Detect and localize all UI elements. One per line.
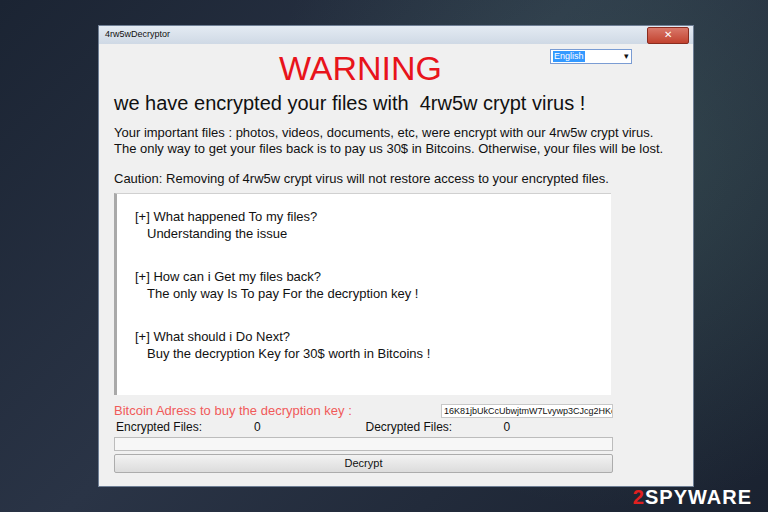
- faq-question: [+] What should i Do Next?: [135, 328, 611, 345]
- faq-answer: Understanding the issue: [135, 225, 611, 242]
- progress-bar: [114, 437, 613, 451]
- screenshot: 4rw5wDecryptor ✕ WARNING English▾ we have en…: [0, 0, 768, 512]
- window-title: 4rw5wDecryptor: [105, 28, 170, 42]
- warning-heading: WARNING: [279, 48, 442, 88]
- faq-item[interactable]: [+] What happened To my files?Understand…: [135, 208, 611, 242]
- title-bar: 4rw5wDecryptor ✕: [99, 26, 693, 44]
- faq-panel: [+] What happened To my files?Understand…: [114, 193, 611, 395]
- description: Your important files : photos, videos, d…: [114, 125, 678, 157]
- description-line: The only way to get your files back is t…: [114, 141, 678, 157]
- close-button[interactable]: ✕: [647, 27, 689, 44]
- faq-answer: The only way Is To pay For the decryptio…: [135, 285, 611, 302]
- faq-question: [+] How can i Get my files back?: [135, 268, 611, 285]
- decrypt-button[interactable]: Decrypt: [114, 454, 613, 473]
- bitcoin-label: Bitcoin Adress to buy the decryption key…: [114, 403, 352, 419]
- faq-item[interactable]: [+] How can i Get my files back?The only…: [135, 268, 611, 302]
- header-row: WARNING English▾: [114, 44, 678, 88]
- file-counter: Decrypted Files:0: [364, 420, 614, 435]
- watermark: 2SPYWARE: [633, 486, 752, 508]
- decryptor-window: 4rw5wDecryptor ✕ WARNING English▾ we have en…: [98, 25, 694, 487]
- counters-row: Encrypted Files:0Decrypted Files:0: [114, 420, 613, 435]
- window-content: WARNING English▾ we have encrypted your fi…: [99, 44, 693, 473]
- description-line: Your important files : photos, videos, d…: [114, 125, 678, 141]
- faq-item[interactable]: [+] What should i Do Next?Buy the decryp…: [135, 328, 611, 362]
- bitcoin-row: Bitcoin Adress to buy the decryption key…: [114, 403, 613, 419]
- file-counter: Encrypted Files:0: [114, 420, 364, 435]
- subheading: we have encrypted your files with 4rw5w …: [114, 91, 678, 115]
- caution-text: Caution: Removing of 4rw5w crypt virus w…: [114, 171, 678, 187]
- language-dropdown[interactable]: English▾: [550, 49, 632, 64]
- faq-answer: Buy the decryption Key for 30$ worth in …: [135, 345, 611, 362]
- dropdown-arrow-icon: ▾: [624, 52, 629, 61]
- faq-question: [+] What happened To my files?: [135, 208, 611, 225]
- bitcoin-address-field[interactable]: 16K81jbUkCcUbwjtmW7Lvywp3CJcg2HKoG: [441, 404, 613, 418]
